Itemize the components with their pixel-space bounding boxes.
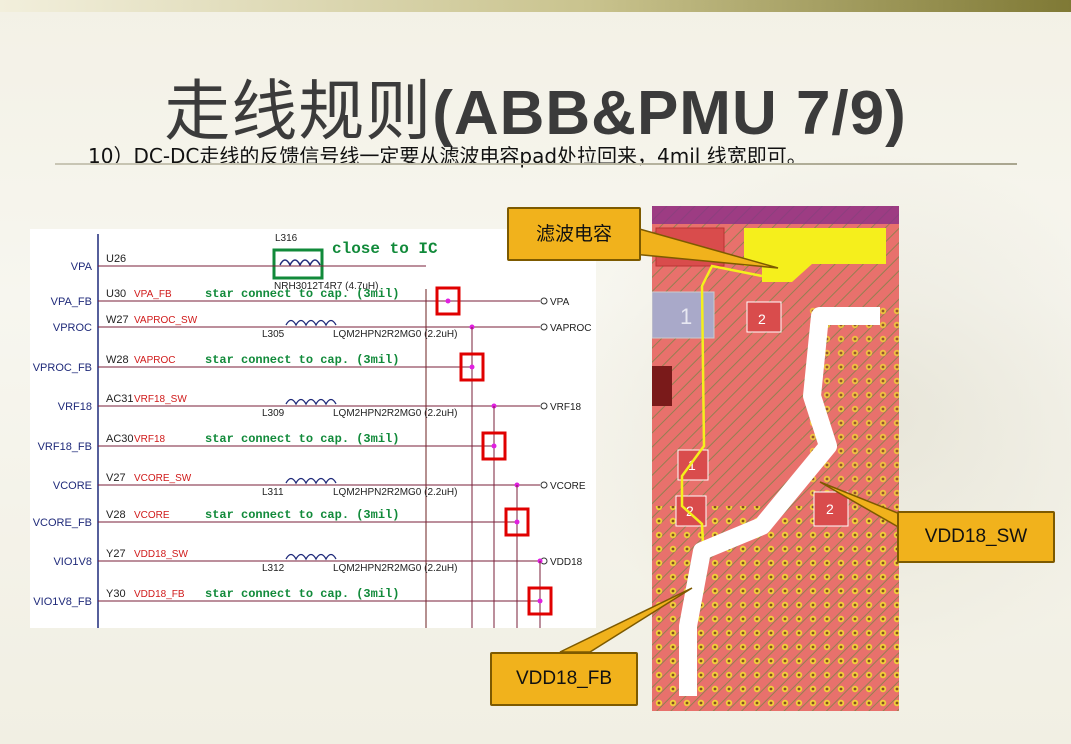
- callout-arrows: [559, 227, 901, 653]
- callout-filter-cap: 滤波电容: [507, 207, 641, 261]
- callout-vdd18-sw: VDD18_SW: [897, 511, 1055, 563]
- callout-vdd18-fb: VDD18_FB: [490, 652, 638, 706]
- arrow-vdd18-sw: [819, 481, 901, 530]
- arrow-vdd18-fb: [559, 587, 693, 653]
